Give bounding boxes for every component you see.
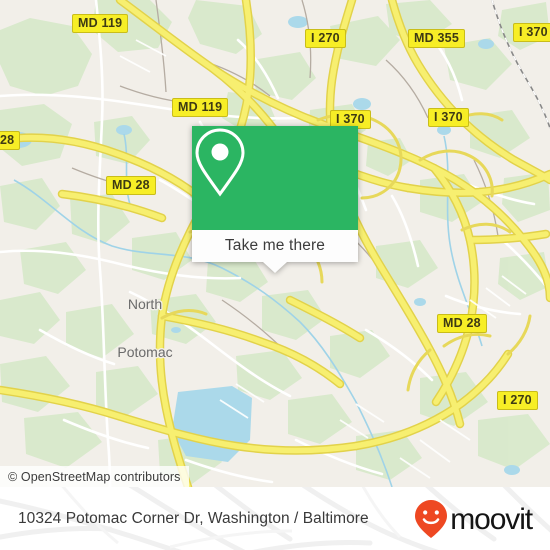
- take-me-there-label: Take me there: [224, 237, 326, 254]
- map-screenshot: North Potomac MD 119 I 270 MD 355 I 370 …: [0, 0, 550, 550]
- road-shield-i-270-s[interactable]: I 270: [497, 391, 538, 410]
- road-shield-md-28-w[interactable]: MD 28: [106, 176, 156, 195]
- callout-action-area[interactable]: Take me there: [192, 230, 358, 273]
- road-shield-md-355[interactable]: MD 355: [408, 29, 465, 48]
- callout-pin-area: [192, 126, 358, 230]
- callout-tail: [263, 262, 287, 273]
- road-shield-md-119-nw[interactable]: MD 119: [72, 14, 129, 33]
- road-shield-i-370-ne[interactable]: I 370: [513, 23, 550, 42]
- place-label-north-potomac: North Potomac: [117, 264, 172, 392]
- road-shield-md-28-e[interactable]: MD 28: [437, 314, 487, 333]
- location-title: 10324 Potomac Corner Dr, Washington / Ba…: [18, 509, 369, 527]
- road-shield-i-270-n[interactable]: I 270: [305, 29, 346, 48]
- footer-bar: 10324 Potomac Corner Dr, Washington / Ba…: [0, 487, 550, 550]
- destination-callout[interactable]: Take me there: [192, 126, 358, 273]
- map-canvas[interactable]: North Potomac MD 119 I 270 MD 355 I 370 …: [0, 0, 550, 487]
- moovit-logo[interactable]: moovit: [414, 499, 533, 539]
- road-shield-28-edge[interactable]: 28: [0, 131, 21, 150]
- map-attribution: © OpenStreetMap contributors: [0, 466, 189, 487]
- moovit-wordmark: moovit: [450, 502, 533, 536]
- place-label-line1: North: [127, 296, 163, 312]
- moovit-pin-smiley-icon: [415, 499, 448, 538]
- road-shield-md-119-c[interactable]: MD 119: [172, 98, 229, 117]
- place-label-line2: Potomac: [117, 344, 173, 360]
- attribution-text: © OpenStreetMap contributors: [8, 469, 181, 484]
- map-pin-icon: [195, 128, 245, 197]
- road-shield-i-370-e[interactable]: I 370: [428, 108, 469, 127]
